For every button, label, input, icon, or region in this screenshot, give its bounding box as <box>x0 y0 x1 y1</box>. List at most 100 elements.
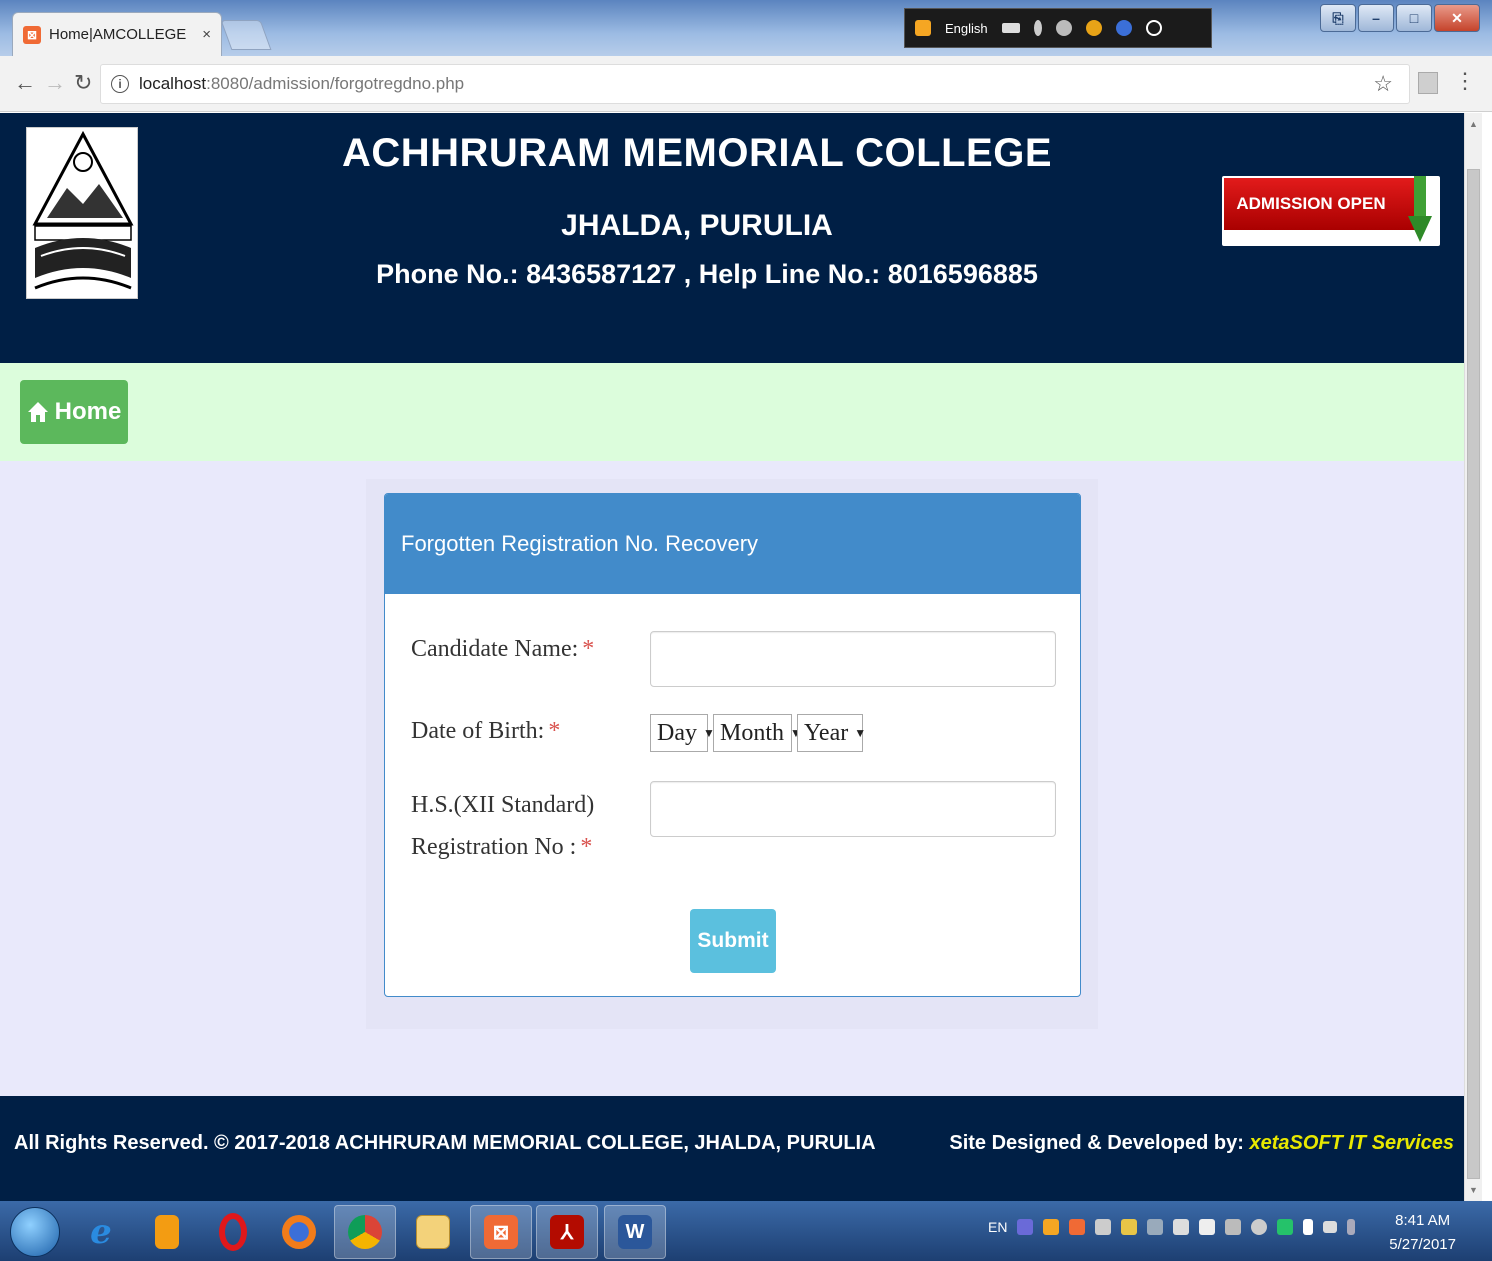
forward-arrow-icon[interactable]: → <box>44 70 66 96</box>
hs-registration-input[interactable] <box>650 781 1056 837</box>
tray-app-icon[interactable] <box>1017 1219 1034 1235</box>
address-toolbar: ← → ↻ i localhost:8080/admission/forgotr… <box>0 56 1492 112</box>
college-name: ACHHRURAM MEMORIAL COLLEGE <box>341 131 1052 175</box>
taskbar-opera[interactable] <box>202 1205 264 1259</box>
taskbar-chrome[interactable] <box>334 1205 396 1259</box>
taskbar-word[interactable]: W <box>604 1205 666 1259</box>
designer-credit: Site Designed & Developed by: xetaSOFT I… <box>949 1132 1454 1155</box>
site-info-icon[interactable]: i <box>111 75 129 93</box>
help-icon[interactable] <box>1115 20 1132 36</box>
scroll-up-arrow-icon[interactable]: ▲ <box>1469 119 1478 129</box>
ime-language[interactable]: English <box>945 21 988 36</box>
down-arrow-icon <box>1408 176 1432 242</box>
taskbar-explorer[interactable] <box>402 1205 464 1259</box>
start-button[interactable] <box>10 1207 60 1257</box>
taskbar-firefox[interactable] <box>268 1205 330 1259</box>
tray-language[interactable]: EN <box>988 1219 1007 1235</box>
candidate-name-label-text: Candidate Name: <box>411 636 579 662</box>
site-header: ACHHRURAM MEMORIAL COLLEGE JHALDA, PURUL… <box>0 113 1464 363</box>
minimize-button[interactable]: – <box>1358 4 1394 32</box>
tray-q-icon[interactable] <box>1277 1219 1294 1235</box>
url-path: :8080/admission/forgotregdno.php <box>206 74 465 93</box>
designed-by-label: Site Designed & Developed by: <box>949 1132 1244 1154</box>
site-footer: All Rights Reserved. © 2017-2018 ACHHRUR… <box>0 1096 1464 1201</box>
hs-registration-label: H.S.(XII Standard) Registration No : * <box>411 784 594 868</box>
required-marker: * <box>582 636 595 662</box>
home-label: Home <box>54 398 122 425</box>
browser-tab[interactable]: ⊠ Home|AMCOLLEGE × <box>12 12 222 56</box>
chrome-icon <box>348 1215 382 1249</box>
taskbar-xampp[interactable]: ⊠ <box>470 1205 532 1259</box>
info-circle-icon[interactable] <box>1145 20 1162 36</box>
bluetooth-icon[interactable] <box>1347 1219 1356 1235</box>
tray-monitor-icon[interactable] <box>1147 1219 1164 1235</box>
dob-label: Date of Birth: * <box>411 718 560 745</box>
submit-button[interactable]: Submit <box>690 909 776 973</box>
maximize-button[interactable]: □ <box>1396 4 1432 32</box>
acrobat-icon: ⅄ <box>550 1215 584 1249</box>
dob-year-select[interactable]: Year ▼ <box>797 714 866 752</box>
firefox-icon <box>282 1215 316 1249</box>
extension-icon[interactable] <box>1418 72 1438 94</box>
tab-title: Home|AMCOLLEGE <box>49 26 187 43</box>
tray-app-icon[interactable] <box>1043 1219 1060 1235</box>
scroll-thumb[interactable] <box>1467 169 1480 1179</box>
close-window-button[interactable]: ✕ <box>1434 4 1480 32</box>
brush-icon[interactable] <box>1033 20 1042 36</box>
taskbar-acrobat[interactable]: ⅄ <box>536 1205 598 1259</box>
network-signal-icon[interactable] <box>1323 1221 1338 1233</box>
xampp-icon: ⊠ <box>484 1215 518 1249</box>
opera-icon <box>219 1213 247 1251</box>
keyboard-icon[interactable] <box>1001 23 1020 33</box>
clock-date: 5/27/2017 <box>1389 1236 1456 1253</box>
home-button[interactable]: Home <box>20 380 128 444</box>
tray-device-icon[interactable] <box>1225 1219 1242 1235</box>
admission-open-banner[interactable]: ADMISSION OPEN <box>1222 176 1440 246</box>
ie-icon[interactable] <box>1085 20 1102 36</box>
tray-app-icon[interactable] <box>1095 1219 1112 1235</box>
dob-month-value: Month <box>720 719 785 746</box>
dob-day-value: Day <box>657 719 697 746</box>
dob-year-value: Year <box>804 719 849 746</box>
word-icon: W <box>618 1215 652 1249</box>
reload-icon[interactable]: ↻ <box>74 70 92 96</box>
dob-day-select[interactable]: Day ▼ <box>650 714 715 752</box>
page-viewport: ACHHRURAM MEMORIAL COLLEGE JHALDA, PURUL… <box>0 113 1464 1201</box>
college-phone: Phone No.: 8436587127 , Help Line No.: 8… <box>376 259 1038 289</box>
window-controls: ⎘ – □ ✕ <box>1320 4 1480 32</box>
volume-icon[interactable] <box>1251 1219 1268 1235</box>
tray-display-icon[interactable] <box>1173 1219 1190 1235</box>
media-player-icon <box>155 1215 179 1249</box>
tab-close-icon[interactable]: × <box>202 26 211 43</box>
hs-label-line1: H.S.(XII Standard) <box>411 792 595 818</box>
tray-app-icon[interactable] <box>1199 1219 1216 1235</box>
windows-taskbar: e ⊠ ⅄ W EN 8:41 AM 5/27/2017 <box>0 1201 1492 1261</box>
system-clock[interactable]: 8:41 AM 5/27/2017 <box>1389 1209 1456 1257</box>
page-scrollbar[interactable]: ▲ ▼ <box>1464 113 1482 1201</box>
tray-power-icon[interactable] <box>1121 1219 1138 1235</box>
scroll-down-arrow-icon[interactable]: ▼ <box>1469 1185 1478 1195</box>
new-tab-button[interactable] <box>220 20 272 50</box>
panel-heading: Forgotten Registration No. Recovery <box>385 494 1080 594</box>
dob-month-select[interactable]: Month ▼ <box>713 714 802 752</box>
required-marker: * <box>548 718 561 744</box>
internet-explorer-icon: e <box>90 1212 112 1252</box>
browser-titlebar: ⊠ Home|AMCOLLEGE × English ⎘ – □ ✕ <box>0 0 1492 56</box>
back-arrow-icon[interactable]: ← <box>14 70 36 96</box>
tray-xampp-icon[interactable] <box>1069 1219 1086 1235</box>
url-field[interactable]: i localhost:8080/admission/forgotregdno.… <box>100 64 1410 104</box>
candidate-name-input[interactable] <box>650 631 1056 687</box>
folder-icon <box>416 1215 450 1249</box>
taskbar-ie[interactable]: e <box>70 1205 132 1259</box>
flag-icon[interactable] <box>1303 1219 1314 1235</box>
college-location: JHALDA, PURULIA <box>561 209 833 242</box>
bookmark-star-icon[interactable]: ☆ <box>1373 71 1393 97</box>
settings-icon[interactable] <box>1055 20 1072 36</box>
copyright-text: All Rights Reserved. © 2017-2018 ACHHRUR… <box>14 1132 876 1154</box>
designer-link[interactable]: xetaSOFT IT Services <box>1249 1132 1454 1154</box>
browser-menu-icon[interactable]: ⋮ <box>1454 68 1476 94</box>
taskbar-media[interactable] <box>136 1205 198 1259</box>
profile-button[interactable]: ⎘ <box>1320 4 1356 32</box>
candidate-name-label: Candidate Name: * <box>411 636 594 663</box>
ime-logo-icon[interactable] <box>915 20 931 36</box>
